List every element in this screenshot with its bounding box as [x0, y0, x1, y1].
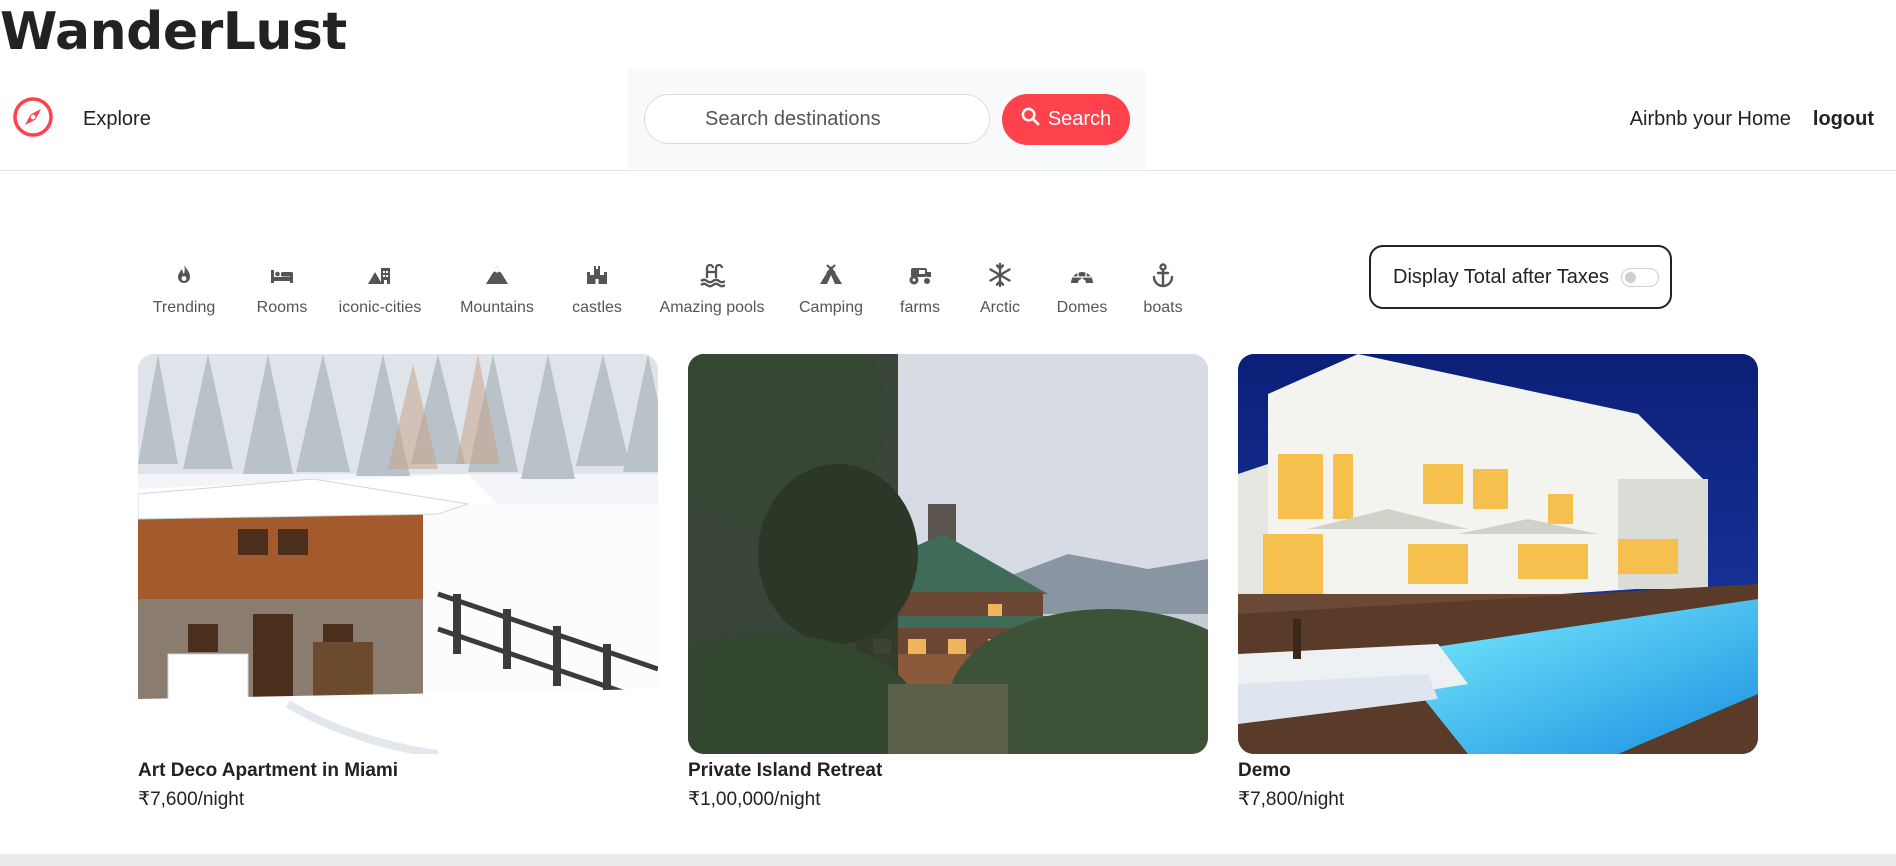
mountain-icon: [484, 262, 510, 299]
logout-link[interactable]: logout: [1813, 108, 1874, 131]
filter-label: Mountains: [460, 299, 534, 316]
listing-image-pool-villa[interactable]: [1238, 354, 1758, 754]
category-filters: Trending Rooms iconic-cities Mountains c…: [137, 262, 1183, 317]
filter-label: Camping: [798, 299, 864, 316]
navbar: Explore Search Airbnb your Home logout: [0, 68, 1896, 171]
listing-title: Demo: [1238, 760, 1291, 781]
explore-link[interactable]: Explore: [83, 108, 151, 131]
search-button[interactable]: Search: [1002, 94, 1130, 145]
search-button-label: Search: [1047, 108, 1112, 130]
tractor-icon: [907, 262, 933, 299]
bed-icon: [269, 262, 295, 299]
listing-card[interactable]: Art Deco Apartment in Miami ₹7,600/night: [138, 354, 658, 811]
listing-price: ₹7,800/night: [1238, 789, 1345, 810]
tax-toggle-label: Display Total after Taxes: [1393, 265, 1610, 288]
filter-rooms[interactable]: Rooms: [253, 262, 311, 317]
snowflake-icon: [987, 262, 1013, 299]
tax-toggle-switch[interactable]: [1621, 267, 1660, 287]
filter-label: Rooms: [256, 299, 308, 316]
listing-image-snow-chalet[interactable]: [138, 354, 658, 754]
filter-arctic[interactable]: Arctic: [979, 262, 1021, 317]
filter-iconic-cities[interactable]: iconic-cities: [337, 262, 423, 317]
pool-icon: [699, 262, 726, 299]
anchor-icon: [1150, 262, 1176, 299]
filter-farms[interactable]: farms: [899, 262, 941, 317]
filter-label: Amazing pools: [659, 299, 765, 316]
filter-label: Arctic: [980, 299, 1020, 316]
listing-title: Private Island Retreat: [688, 760, 883, 781]
filter-label: iconic-cities: [338, 299, 422, 316]
castle-icon: [584, 262, 610, 299]
listing-price: ₹1,00,000/night: [688, 789, 821, 810]
listing-card[interactable]: Private Island Retreat ₹1,00,000/night: [688, 354, 1208, 811]
brand-title: WanderLust: [0, 2, 347, 62]
filter-trending[interactable]: Trending: [137, 262, 231, 317]
search-input[interactable]: [644, 94, 990, 144]
filter-label: Domes: [1056, 299, 1108, 316]
filter-label: boats: [1143, 299, 1183, 316]
filter-camping[interactable]: Camping: [799, 262, 863, 317]
nav-right-links: Airbnb your Home logout: [1630, 108, 1874, 131]
filter-label: castles: [572, 299, 622, 316]
tax-toggle[interactable]: Display Total after Taxes: [1369, 245, 1672, 309]
fire-icon: [171, 262, 197, 299]
listing-title: Art Deco Apartment in Miami: [138, 760, 399, 781]
filter-mountains[interactable]: Mountains: [459, 262, 535, 317]
filter-castles[interactable]: castles: [572, 262, 622, 317]
compass-icon[interactable]: [12, 96, 54, 138]
igloo-icon: [1069, 262, 1095, 299]
listing-price: ₹7,600/night: [138, 789, 245, 810]
listing-card[interactable]: Demo ₹7,800/night: [1238, 354, 1758, 811]
filter-label: farms: [900, 299, 940, 316]
filter-amazing-pools[interactable]: Amazing pools: [659, 262, 765, 317]
listing-image-lodge[interactable]: [688, 354, 1208, 754]
tent-icon: [818, 262, 844, 299]
filter-label: Trending: [152, 299, 216, 316]
host-link[interactable]: Airbnb your Home: [1630, 108, 1791, 131]
filter-boats[interactable]: boats: [1143, 262, 1183, 317]
search-icon: [1021, 107, 1040, 132]
filter-domes[interactable]: Domes: [1057, 262, 1107, 317]
footer-divider: [0, 854, 1896, 866]
search-bar: Search: [628, 69, 1145, 169]
city-icon: [367, 262, 393, 299]
